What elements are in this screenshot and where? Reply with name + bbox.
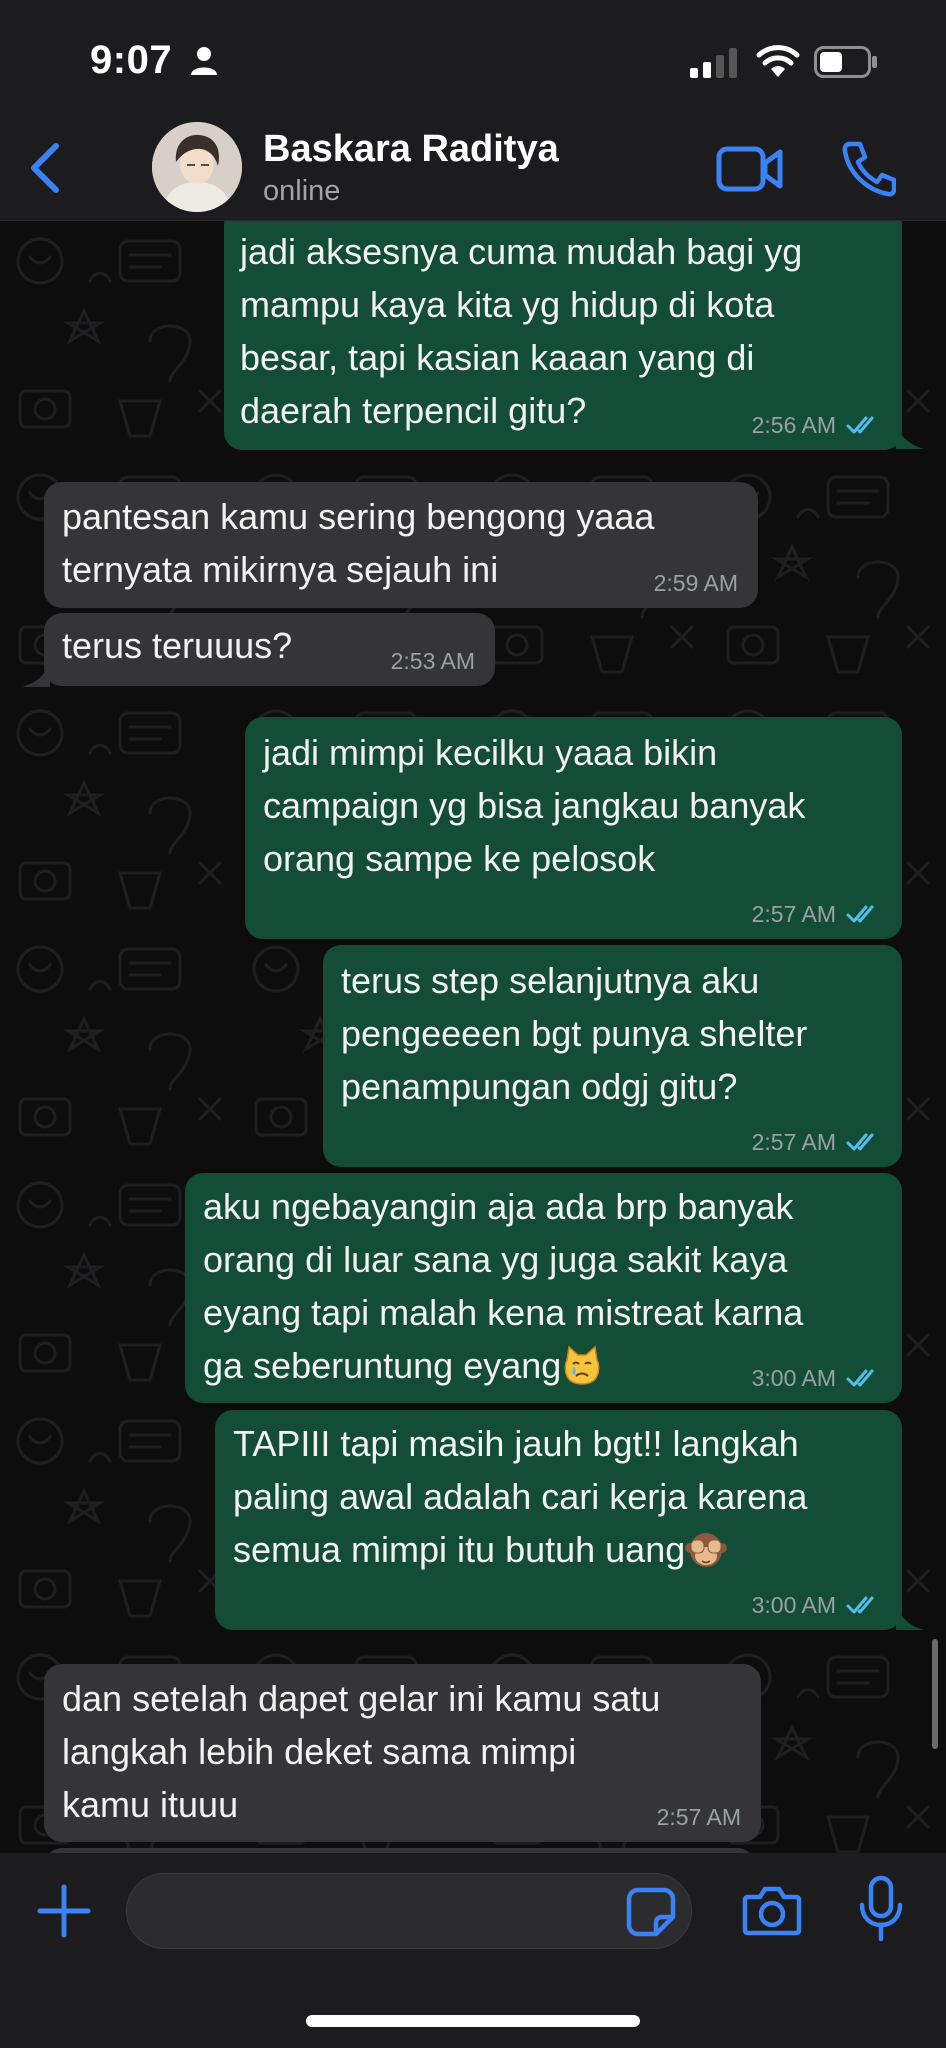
plus-icon[interactable] [36,1883,92,1939]
bubble-tail-incoming [22,661,50,687]
message-text: aku ngebayangin aja ada brp banyak orang… [203,1180,803,1392]
message-bubble-incoming[interactable]: pantesan kamu sering bengong yaaa ternya… [44,482,758,608]
status-bar: 9:07 [0,0,946,120]
chevron-left-icon[interactable] [20,136,70,200]
message-time: 2:57 AM [751,1129,836,1155]
message-bubble-outgoing[interactable]: TAPIII tapi masih jauh bgt!! langkah pal… [215,1410,902,1630]
message-bubble-outgoing[interactable]: jadi aksesnya cuma mudah bagi yg mampu k… [224,221,902,450]
message-text-content: aku ngebayangin aja ada brp banyak orang… [203,1186,804,1386]
chat-header: Baskara Raditya online [0,120,946,221]
input-bar [0,1853,946,2048]
message-bubble-outgoing[interactable]: aku ngebayangin aja ada brp banyak orang… [185,1173,902,1403]
message-time: 2:53 AM [390,648,475,674]
home-indicator [306,2015,640,2027]
sticker-icon[interactable] [626,1887,676,1937]
message-text: jadi mimpi kecilku yaaa bikin campaign y… [263,732,806,879]
microphone-icon[interactable] [856,1875,906,1943]
person-icon [191,47,217,75]
wifi-icon [756,45,800,77]
read-receipt-icon [846,416,874,434]
message-text: dan setelah dapet gelar ini kamu satu la… [62,1678,661,1825]
read-receipt-icon [846,905,874,923]
see-no-evil-monkey-emoji [685,1533,728,1567]
message-bubble-incoming[interactable]: terus teruuus? 2:53 AM [44,613,495,686]
read-receipt-icon [846,1133,874,1151]
message-text: TAPIII tapi masih jauh bgt!! langkah pal… [233,1417,807,1576]
message-time: 2:57 AM [751,901,836,927]
contact-name[interactable]: Baskara Raditya [263,128,559,171]
video-call-icon[interactable] [716,142,784,196]
contact-status: online [263,175,341,207]
read-receipt-icon [846,1369,874,1387]
avatar[interactable] [152,122,242,212]
status-time: 9:07 [90,38,173,82]
crying-cat-emoji [564,1345,600,1385]
message-time: 3:00 AM [751,1592,836,1618]
bubble-tail-outgoing [896,1604,924,1630]
message-text: terus teruuus? [62,625,293,666]
message-time: 2:57 AM [656,1804,741,1830]
message-list[interactable]: jadi aksesnya cuma mudah bagi yg mampu k… [0,221,946,1853]
bubble-tail-outgoing [896,423,924,449]
message-text: pantesan kamu sering bengong yaaa ternya… [62,496,655,590]
message-bubble-outgoing[interactable]: jadi mimpi kecilku yaaa bikin campaign y… [245,717,902,939]
message-text: terus step selanjutnya aku pengeeeen bgt… [341,960,808,1107]
phone-icon[interactable] [840,138,896,198]
scrollbar[interactable] [932,1639,938,1749]
message-time: 2:56 AM [751,412,836,438]
contact-photo [152,122,242,212]
message-text: jadi aksesnya cuma mudah bagi yg mampu k… [240,231,803,431]
read-receipt-icon [846,1596,874,1614]
message-bubble-outgoing[interactable]: terus step selanjutnya aku pengeeeen bgt… [323,945,902,1167]
camera-icon[interactable] [742,1883,802,1937]
cellular-signal-icon [690,48,737,78]
message-time: 3:00 AM [751,1365,836,1391]
message-bubble-incoming[interactable]: dan setelah dapet gelar ini kamu satu la… [44,1664,761,1842]
battery-icon [814,46,877,78]
message-input[interactable] [126,1873,692,1949]
message-time: 2:59 AM [653,570,738,596]
